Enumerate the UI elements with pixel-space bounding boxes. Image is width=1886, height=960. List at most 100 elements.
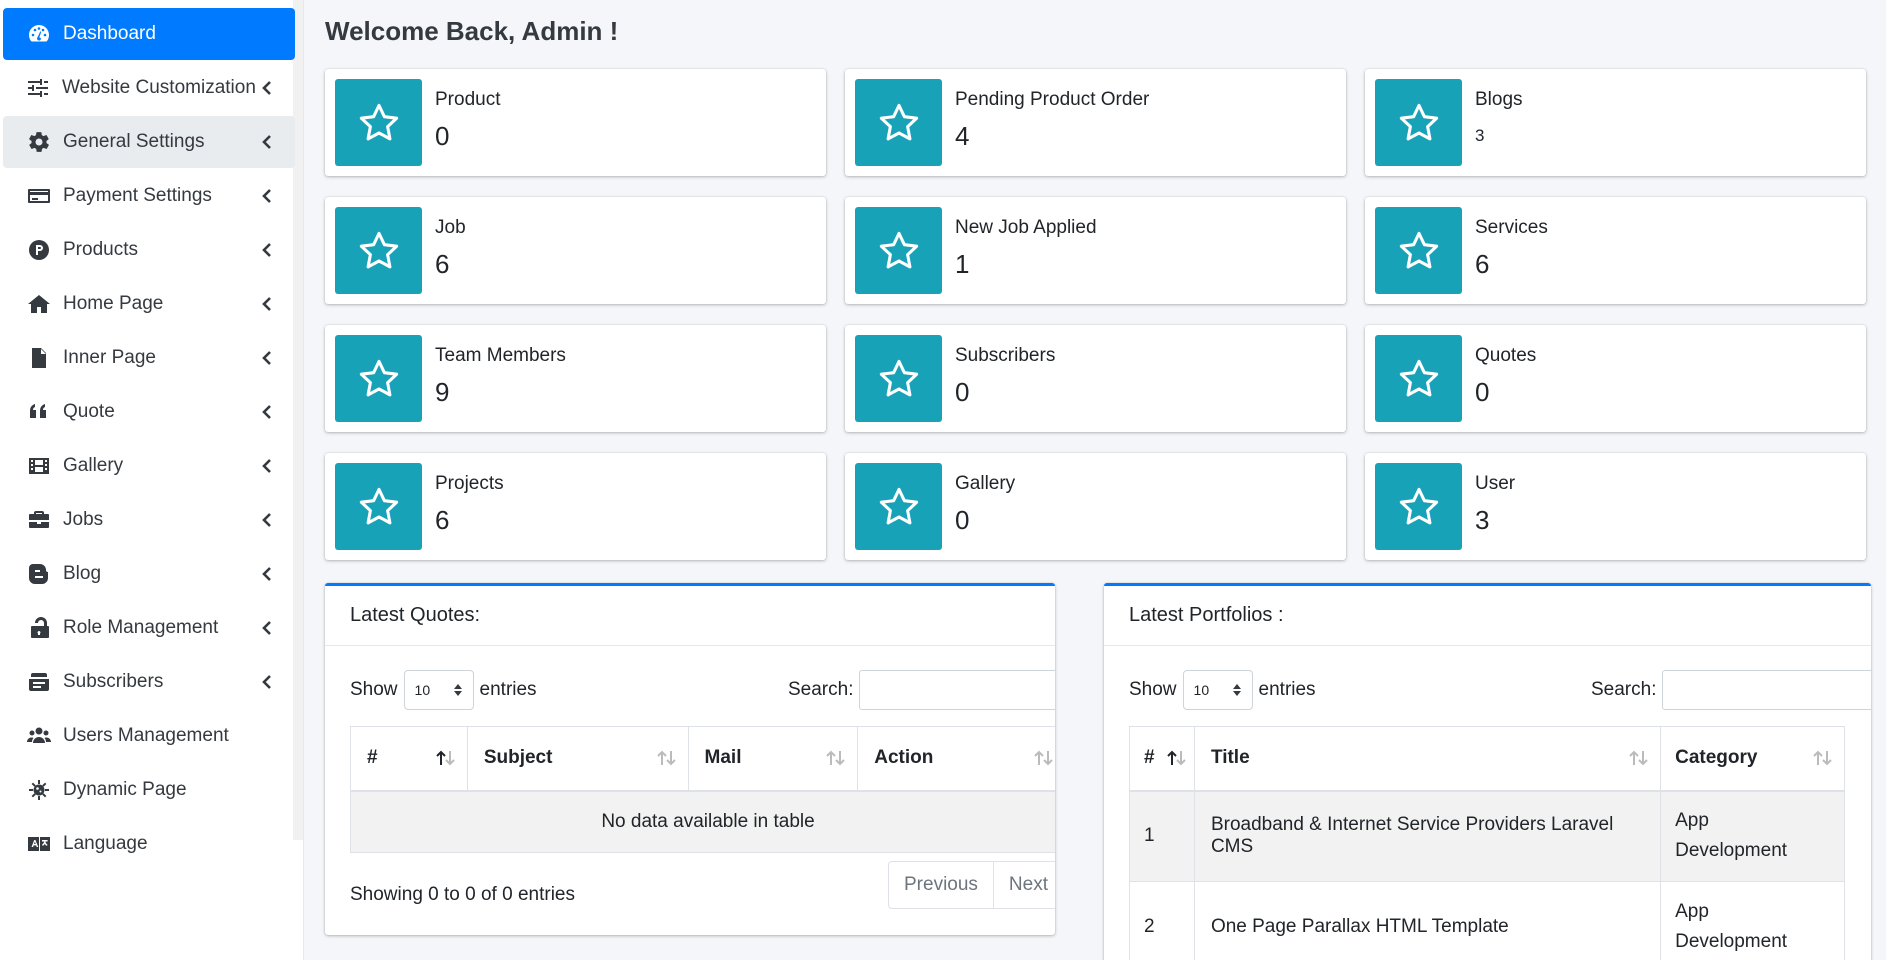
stat-value: 6 bbox=[1475, 249, 1490, 279]
home-icon bbox=[25, 290, 53, 318]
entries-control: Show 10 entries bbox=[1129, 670, 1316, 710]
stat-card-blogs[interactable]: Blogs 3 bbox=[1365, 69, 1866, 176]
stat-value: 1 bbox=[955, 249, 970, 279]
sidebar-item-dashboard[interactable]: Dashboard bbox=[3, 8, 295, 60]
cell-category: App Development bbox=[1660, 881, 1845, 960]
star-icon bbox=[855, 463, 942, 550]
chevron-left-icon bbox=[256, 81, 279, 95]
sidebar-item-language[interactable]: Language bbox=[3, 818, 295, 870]
col-header-subject[interactable]: Subject bbox=[466, 726, 689, 792]
sidebar-item-general-settings[interactable]: General Settings bbox=[3, 116, 295, 168]
sidebar-item-website-customization[interactable]: Website Customization bbox=[3, 62, 295, 114]
stat-label: Blogs bbox=[1475, 89, 1523, 110]
quotes-table: # Subject Mail Action No data available … bbox=[350, 726, 1055, 853]
page-size-select[interactable]: 10 bbox=[1182, 670, 1253, 710]
stat-card-new-job-applied[interactable]: New Job Applied 1 bbox=[845, 197, 1346, 304]
sidebar-item-products[interactable]: Products bbox=[3, 224, 295, 276]
sidebar-item-jobs[interactable]: Jobs bbox=[3, 494, 295, 546]
page-size-value: 10 bbox=[414, 682, 431, 698]
stat-label: Gallery bbox=[955, 473, 1016, 494]
stat-value: 9 bbox=[435, 377, 450, 407]
col-header-num[interactable]: # bbox=[350, 726, 468, 792]
search-input[interactable] bbox=[1662, 670, 1871, 710]
sidebar-item-quote[interactable]: Quote bbox=[3, 386, 295, 438]
sidebar-item-users-management[interactable]: Users Management bbox=[3, 710, 295, 762]
language-icon bbox=[25, 830, 53, 858]
blogger-icon bbox=[25, 560, 53, 588]
sidebar-item-home-page[interactable]: Home Page bbox=[3, 278, 295, 330]
stat-value: 0 bbox=[955, 505, 970, 535]
stat-value: 3 bbox=[1475, 505, 1490, 535]
sidebar-item-label: Home Page bbox=[63, 293, 164, 314]
stat-label: Job bbox=[435, 217, 466, 238]
stat-card-projects[interactable]: Projects 6 bbox=[325, 453, 826, 560]
sort-arrows-icon bbox=[1232, 684, 1241, 696]
credit-card-icon bbox=[25, 182, 53, 210]
stat-value: 0 bbox=[955, 377, 970, 407]
chevron-left-icon bbox=[255, 189, 279, 203]
stat-value: 0 bbox=[435, 121, 450, 151]
table-row: 1 Broadband & Internet Service Providers… bbox=[1129, 790, 1845, 882]
quote-left-icon bbox=[25, 398, 53, 426]
file-icon bbox=[25, 344, 53, 372]
stat-card-product[interactable]: Product 0 bbox=[325, 69, 826, 176]
search-input[interactable] bbox=[859, 670, 1055, 710]
sidebar-item-payment-settings[interactable]: Payment Settings bbox=[3, 170, 295, 222]
stat-card-team-members[interactable]: Team Members 9 bbox=[325, 325, 826, 432]
sidebar-item-dynamic-page[interactable]: Dynamic Page bbox=[3, 764, 295, 816]
star-icon bbox=[1375, 335, 1462, 422]
chevron-left-icon bbox=[255, 135, 279, 149]
chevron-left-icon bbox=[255, 567, 279, 581]
col-header-mail[interactable]: Mail bbox=[687, 726, 859, 792]
sort-both-icon bbox=[1034, 750, 1053, 766]
star-icon bbox=[335, 335, 422, 422]
sidebar-item-gallery[interactable]: Gallery bbox=[3, 440, 295, 492]
mail-bulk-icon bbox=[25, 668, 53, 696]
chevron-left-icon bbox=[255, 513, 279, 527]
sidebar-item-inner-page[interactable]: Inner Page bbox=[3, 332, 295, 384]
page-size-select[interactable]: 10 bbox=[403, 670, 474, 710]
page-size-value: 10 bbox=[1193, 682, 1210, 698]
search-label: Search: bbox=[788, 679, 854, 700]
col-header-category[interactable]: Category bbox=[1660, 726, 1845, 792]
sidebar-item-label: Dynamic Page bbox=[63, 779, 187, 800]
empty-message: No data available in table bbox=[350, 790, 1055, 853]
sort-arrows-icon bbox=[453, 684, 462, 696]
stat-label: Quotes bbox=[1475, 345, 1537, 366]
stat-card-gallery[interactable]: Gallery 0 bbox=[845, 453, 1346, 560]
sidebar-item-role-management[interactable]: Role Management bbox=[3, 602, 295, 654]
star-icon bbox=[855, 335, 942, 422]
briefcase-icon bbox=[25, 506, 53, 534]
table-row-empty: No data available in table bbox=[350, 790, 1055, 853]
previous-button[interactable]: Previous bbox=[889, 862, 993, 908]
unlock-icon bbox=[25, 614, 53, 642]
stat-label: Pending Product Order bbox=[955, 89, 1150, 110]
stat-card-services[interactable]: Services 6 bbox=[1365, 197, 1866, 304]
star-icon bbox=[1375, 79, 1462, 166]
sidebar-item-blog[interactable]: Blog bbox=[3, 548, 295, 600]
film-icon bbox=[25, 452, 53, 480]
chevron-left-icon bbox=[255, 675, 279, 689]
col-header-action[interactable]: Action bbox=[857, 726, 1055, 792]
stat-label: Product bbox=[435, 89, 501, 110]
chevron-left-icon bbox=[255, 351, 279, 365]
sidebar-item-label: Blog bbox=[63, 563, 102, 584]
entries-label: entries bbox=[1258, 679, 1316, 700]
cell-category: App Development bbox=[1660, 790, 1845, 882]
sidebar-item-label: Users Management bbox=[63, 725, 229, 746]
stat-value: 6 bbox=[435, 505, 450, 535]
stat-card-quotes[interactable]: Quotes 0 bbox=[1365, 325, 1866, 432]
stat-card-pending-product-order[interactable]: Pending Product Order 4 bbox=[845, 69, 1346, 176]
sidebar-item-subscribers[interactable]: Subscribers bbox=[3, 656, 295, 708]
next-button[interactable]: Next bbox=[992, 862, 1055, 908]
stat-card-job[interactable]: Job 6 bbox=[325, 197, 826, 304]
stat-card-subscribers[interactable]: Subscribers 0 bbox=[845, 325, 1346, 432]
sidebar-item-label: Inner Page bbox=[63, 347, 156, 368]
sidebar-item-label: Subscribers bbox=[63, 671, 164, 692]
col-header-num[interactable]: # bbox=[1129, 726, 1195, 792]
chevron-left-icon bbox=[255, 243, 279, 257]
col-header-title[interactable]: Title bbox=[1193, 726, 1662, 792]
sort-both-icon bbox=[826, 750, 845, 766]
stat-card-user[interactable]: User 3 bbox=[1365, 453, 1866, 560]
pagination: Previous Next bbox=[888, 861, 1055, 909]
